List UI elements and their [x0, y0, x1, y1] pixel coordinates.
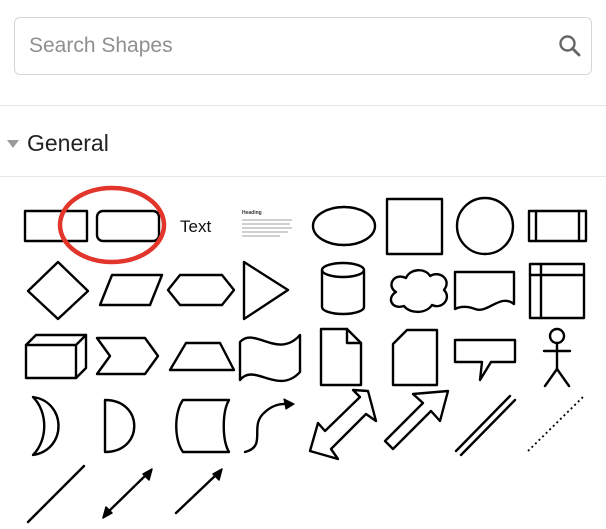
cube-shape[interactable] — [20, 328, 92, 386]
rectangle-shape[interactable] — [20, 200, 92, 250]
triangle-shape[interactable] — [238, 260, 310, 321]
curved-arrow-shape[interactable] — [238, 392, 310, 456]
circle-shape[interactable] — [455, 196, 525, 258]
square-shape[interactable] — [383, 196, 455, 258]
arrow-shape[interactable] — [383, 388, 455, 456]
cylinder-shape[interactable] — [310, 261, 382, 320]
textbox-heading: Heading — [242, 210, 262, 216]
textbox-shape[interactable]: Heading — [236, 200, 296, 250]
double-line-shape[interactable] — [454, 392, 525, 457]
callout-shape[interactable] — [453, 328, 525, 386]
shape-palette: Text Heading — [20, 185, 591, 526]
card-shape[interactable] — [383, 328, 455, 387]
cloud-shape[interactable] — [383, 262, 455, 320]
trapezoid-shape[interactable] — [165, 328, 237, 386]
text-shape[interactable]: Text — [170, 200, 230, 250]
document-shape[interactable] — [453, 262, 525, 320]
text-shape-label: Text — [180, 217, 211, 236]
line-shape[interactable] — [20, 462, 92, 526]
bidirectional-arrow-shape[interactable] — [308, 388, 382, 461]
data-storage-shape[interactable] — [165, 392, 237, 456]
diamond-shape[interactable] — [20, 260, 92, 321]
tape-shape[interactable] — [238, 328, 310, 386]
and-shape[interactable] — [93, 392, 165, 456]
process-shape[interactable] — [525, 200, 591, 250]
rounded-rectangle-shape[interactable] — [93, 200, 165, 250]
parallelogram-shape[interactable] — [93, 262, 165, 320]
internal-storage-shape[interactable] — [525, 262, 591, 320]
directional-connector-shape[interactable] — [165, 462, 237, 526]
actor-shape[interactable] — [530, 326, 586, 390]
or-shape[interactable] — [20, 392, 92, 457]
hexagon-shape[interactable] — [165, 262, 237, 320]
step-shape[interactable] — [93, 328, 165, 386]
note-shape[interactable] — [310, 327, 382, 387]
ellipse-shape[interactable] — [310, 200, 382, 250]
dotted-line-shape[interactable] — [525, 392, 591, 456]
bidirectional-connector-shape[interactable] — [93, 462, 165, 526]
